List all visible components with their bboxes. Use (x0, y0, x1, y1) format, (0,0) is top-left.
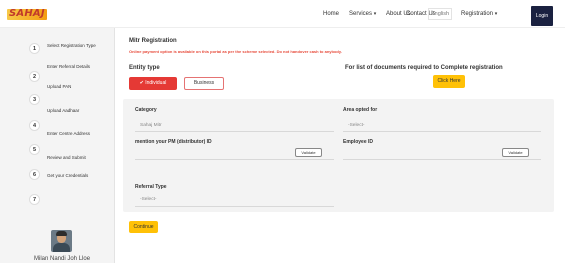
language-select[interactable]: English (428, 8, 452, 20)
page-title: Mitr Registration (129, 38, 177, 44)
pm-validate-button[interactable]: Validate (295, 148, 322, 157)
step-number: 7 (29, 194, 40, 205)
nav-registration-label: Registration (461, 11, 494, 17)
payment-warning: Online payment option is available on th… (129, 49, 342, 54)
step-label: Review and Submit (47, 155, 86, 160)
avatar-body (53, 243, 70, 252)
avatar-hair (56, 231, 67, 236)
login-button[interactable]: Login (531, 6, 553, 26)
employee-id-label: Employee ID (343, 139, 374, 145)
step-label: Select Registration Type (47, 43, 96, 48)
category-label: Category (135, 107, 157, 113)
chevron-down-icon: ▾ (494, 11, 498, 17)
category-value[interactable]: Sahaj Mitr (140, 123, 162, 128)
area-select[interactable]: -Select- (348, 123, 365, 128)
referral-type-select[interactable]: -Select- (140, 197, 157, 202)
category-underline (135, 131, 334, 132)
employee-id-underline[interactable] (343, 159, 541, 160)
individual-button[interactable]: ✔ Individual (129, 77, 177, 90)
step-label: Get your Credentials (47, 173, 89, 178)
pm-id-label: mention your PM (distributor) ID (135, 139, 212, 145)
referral-type-label: Referral Type (135, 184, 167, 190)
step-number: 5 (29, 144, 40, 155)
entity-type-heading: Entity type (129, 65, 160, 71)
step-label: Upload PAN (47, 84, 72, 89)
logo-text: SAHAJ (9, 8, 45, 19)
continue-button[interactable]: Continue (129, 221, 158, 233)
area-underline (343, 131, 541, 132)
nav-home[interactable]: Home (323, 11, 339, 17)
top-header: SAHAJ Home Services ▾ About Us Contact U… (0, 0, 565, 28)
click-here-button[interactable]: Click Here (433, 75, 465, 88)
nav-services-label: Services (349, 11, 373, 17)
step-number: 3 (29, 94, 40, 105)
documents-heading: For list of documents required to Comple… (345, 65, 503, 71)
step-label: Enter Referral Details (47, 64, 91, 69)
step-number: 2 (29, 71, 40, 82)
avatar (51, 230, 72, 252)
registration-form: Category Sahaj Mitr Area opted for -Sele… (123, 99, 554, 212)
registration-steps-sidebar: 1 Select Registration Type Enter Referra… (0, 28, 115, 263)
nav-registration[interactable]: Registration ▾ (461, 11, 497, 17)
step-number: 4 (29, 120, 40, 131)
nav-services[interactable]: Services ▾ (349, 11, 376, 17)
referral-underline (135, 206, 334, 207)
step-label: Upload Aadhaar (47, 108, 80, 113)
area-label: Area opted for (343, 107, 378, 113)
chevron-down-icon: ▾ (373, 11, 377, 17)
user-name: Milan Nandi Joh Lloe (34, 256, 91, 262)
pm-id-underline[interactable] (135, 159, 334, 160)
business-button[interactable]: Business (184, 77, 224, 90)
employee-validate-button[interactable]: Validate (502, 148, 529, 157)
step-number: 6 (29, 169, 40, 180)
step-number: 1 (29, 43, 40, 54)
step-label: Enter Centre Address (47, 131, 91, 136)
